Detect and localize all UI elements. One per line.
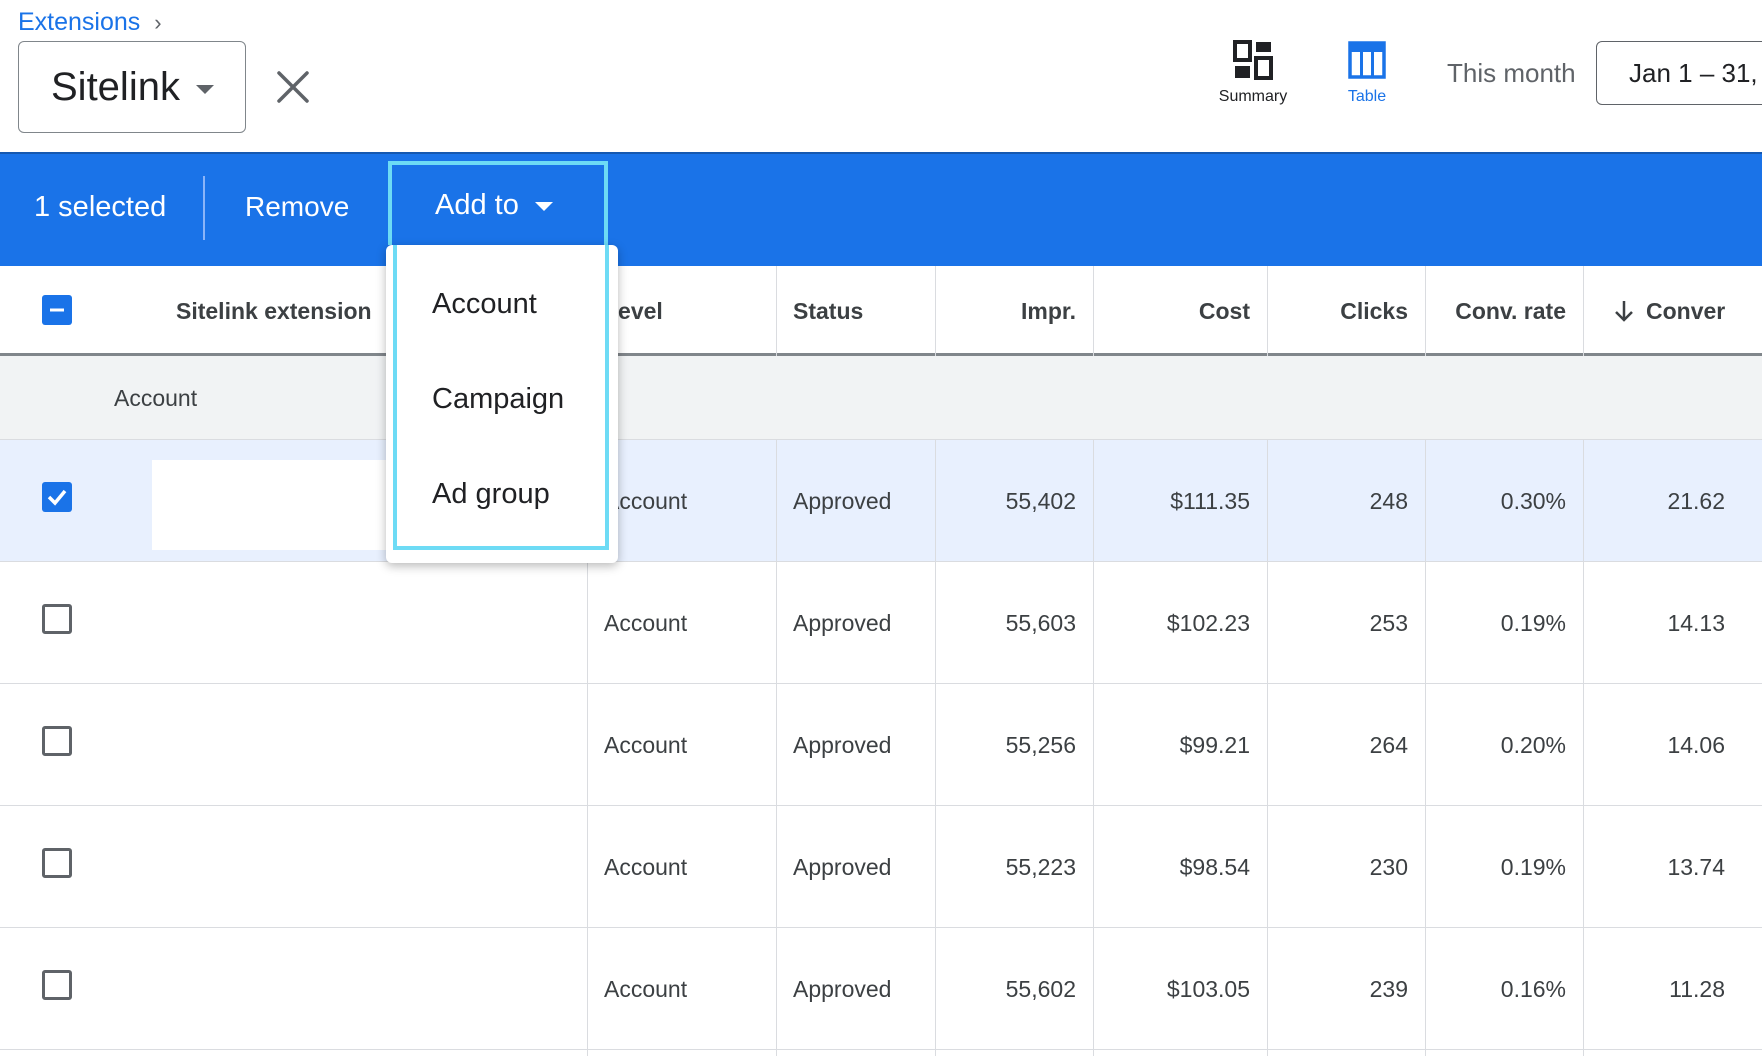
column-header-conversions[interactable]: Conver xyxy=(1612,266,1725,356)
cell-conversions: 14.13 xyxy=(1667,609,1725,636)
row-checkbox[interactable] xyxy=(42,726,72,756)
dropdown-arrow-icon xyxy=(534,201,553,211)
cell-level: Account xyxy=(604,853,688,880)
indeterminate-icon xyxy=(50,308,64,312)
summary-view-button[interactable]: Summary xyxy=(1193,40,1313,106)
summary-label: Summary xyxy=(1218,88,1288,105)
group-label: Account xyxy=(114,385,198,411)
column-divider xyxy=(1425,440,1426,1056)
menu-item-campaign[interactable]: Campaign xyxy=(432,383,564,416)
cell-status: Approved xyxy=(793,853,892,880)
cell-conversions: 11.28 xyxy=(1669,975,1725,1002)
cell-clicks: 253 xyxy=(1369,609,1408,636)
cell-status: Approved xyxy=(793,487,892,514)
column-header-status[interactable]: Status xyxy=(793,266,863,356)
cell-clicks: 230 xyxy=(1369,853,1408,880)
cell-impr: 55,402 xyxy=(1005,487,1076,514)
sort-arrow-down-icon xyxy=(1615,301,1633,322)
dashboard-icon xyxy=(1233,40,1273,80)
cell-cost: $103.05 xyxy=(1166,975,1250,1002)
chevron-right-icon: › xyxy=(154,9,162,35)
row-checkbox[interactable] xyxy=(42,482,72,512)
column-header-conv-rate[interactable]: Conv. rate xyxy=(1425,266,1566,356)
column-divider xyxy=(935,440,936,1056)
date-range-picker[interactable]: Jan 1 – 31, xyxy=(1596,41,1762,105)
menu-item-ad-group[interactable]: Ad group xyxy=(432,478,550,511)
remove-button[interactable]: Remove xyxy=(245,191,349,223)
cell-cost: $102.23 xyxy=(1166,609,1250,636)
cell-level: Account xyxy=(604,609,688,636)
column-divider xyxy=(1267,440,1268,1056)
cell-conv-rate: 0.19% xyxy=(1500,609,1566,636)
column-divider xyxy=(1425,266,1426,356)
column-divider xyxy=(935,266,936,356)
cell-impr: 55,602 xyxy=(1005,975,1076,1002)
column-divider xyxy=(1093,440,1094,1056)
selected-count: 1 selected xyxy=(34,191,167,223)
cell-clicks: 264 xyxy=(1369,731,1408,758)
column-header-impr[interactable]: Impr. xyxy=(935,266,1076,356)
cell-impr: 55,603 xyxy=(1005,609,1076,636)
breadcrumb: Extensions › xyxy=(18,8,162,37)
cell-conv-rate: 0.20% xyxy=(1500,731,1566,758)
close-icon[interactable] xyxy=(276,70,310,104)
table-label: Table xyxy=(1347,88,1387,105)
sitelink-text-placeholder xyxy=(152,460,392,550)
cell-conversions: 14.06 xyxy=(1667,731,1725,758)
column-header-clicks[interactable]: Clicks xyxy=(1267,266,1408,356)
table-icon xyxy=(1348,41,1386,79)
dropdown-arrow-icon xyxy=(195,84,214,94)
add-to-button[interactable]: Add to xyxy=(388,161,608,245)
cell-clicks: 248 xyxy=(1369,487,1408,514)
column-header-cost[interactable]: Cost xyxy=(1093,266,1250,356)
column-divider xyxy=(1583,440,1584,1056)
cell-impr: 55,223 xyxy=(1005,853,1076,880)
select-all-checkbox[interactable] xyxy=(42,295,72,325)
column-divider xyxy=(587,562,588,1056)
menu-item-account[interactable]: Account xyxy=(432,288,537,321)
cell-impr: 55,256 xyxy=(1005,731,1076,758)
column-divider xyxy=(776,266,777,356)
column-divider xyxy=(776,440,777,1056)
extension-type-dropdown[interactable]: Sitelink xyxy=(18,41,246,133)
cell-status: Approved xyxy=(793,609,892,636)
add-to-label: Add to xyxy=(435,188,519,221)
row-checkbox[interactable] xyxy=(42,604,72,634)
cell-cost: $99.21 xyxy=(1179,731,1250,758)
cell-level: Account xyxy=(604,975,688,1002)
check-icon xyxy=(47,489,67,506)
cell-status: Approved xyxy=(793,731,892,758)
cell-conv-rate: 0.30% xyxy=(1500,487,1566,514)
column-header-sitelink[interactable]: Sitelink extension xyxy=(176,266,372,356)
cell-conversions: 13.74 xyxy=(1667,853,1725,880)
cell-conversions: 21.62 xyxy=(1667,487,1725,514)
row-checkbox[interactable] xyxy=(42,970,72,1000)
date-range-label: This month xyxy=(1447,58,1576,88)
column-divider xyxy=(1583,266,1584,356)
breadcrumb-extensions-link[interactable]: Extensions xyxy=(18,8,140,37)
cell-clicks: 239 xyxy=(1369,975,1408,1002)
group-row xyxy=(0,356,1762,440)
cell-level: Account xyxy=(604,731,688,758)
cell-status: Approved xyxy=(793,975,892,1002)
column-divider xyxy=(1093,266,1094,356)
cell-cost: $111.35 xyxy=(1170,487,1250,514)
extension-type-value: Sitelink xyxy=(51,64,180,109)
column-divider xyxy=(1267,266,1268,356)
cell-conv-rate: 0.16% xyxy=(1500,975,1566,1002)
date-range-value: Jan 1 – 31, xyxy=(1629,57,1758,88)
row-checkbox[interactable] xyxy=(42,848,72,878)
conversions-label: Conver xyxy=(1646,297,1726,324)
cell-conv-rate: 0.19% xyxy=(1500,853,1566,880)
divider xyxy=(203,176,205,240)
cell-cost: $98.54 xyxy=(1179,853,1250,880)
table-view-button[interactable]: Table xyxy=(1307,40,1427,106)
